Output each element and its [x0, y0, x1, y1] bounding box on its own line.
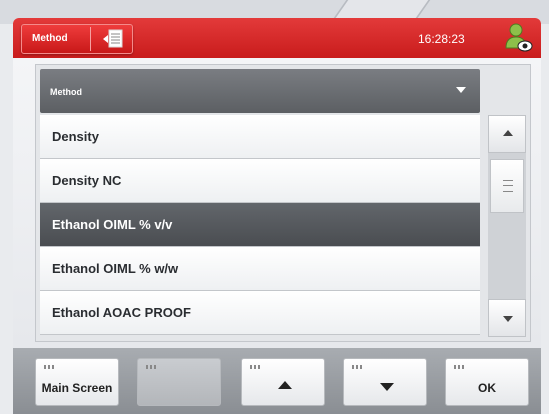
softkey-indicator: [146, 365, 156, 369]
user-eye-icon[interactable]: [503, 22, 533, 54]
list-item-ethanol-aoac-proof[interactable]: Ethanol AOAC PROOF: [40, 291, 480, 335]
arrow-up-icon: [278, 381, 292, 389]
softkey-bar: Main Screen OK: [13, 348, 541, 414]
blank-softkey[interactable]: [137, 358, 221, 406]
scroll-down-button[interactable]: [488, 299, 526, 337]
scroll-up-button[interactable]: [488, 115, 526, 153]
chevron-down-icon: [456, 87, 466, 93]
method-list: Density Density NC Ethanol OIML % v/v Et…: [40, 115, 480, 337]
grip-icon: [503, 180, 513, 192]
main-content: Method Density Density NC Ethanol OIML %…: [13, 58, 541, 348]
bezel-notch: [333, 0, 431, 18]
ok-label: OK: [478, 381, 496, 395]
top-bar: Method 16:28:23: [13, 18, 541, 58]
arrow-down-icon: [380, 383, 394, 391]
list-item-ethanol-oiml-ww[interactable]: Ethanol OIML % w/w: [40, 247, 480, 291]
clock-display: 16:28:23: [418, 32, 465, 46]
method-dropdown-label: Method: [50, 87, 82, 97]
list-item-density[interactable]: Density: [40, 115, 480, 159]
scroll-thumb[interactable]: [490, 159, 524, 213]
method-menu-label: Method: [32, 33, 68, 44]
method-menu-button[interactable]: Method: [21, 24, 133, 54]
move-down-button[interactable]: [343, 358, 427, 406]
main-screen-label: Main Screen: [41, 381, 113, 395]
softkey-indicator: [250, 365, 260, 369]
document-list-icon: [102, 28, 126, 50]
method-list-panel: Method Density Density NC Ethanol OIML %…: [35, 64, 531, 342]
list-item-ethanol-oiml-vv[interactable]: Ethanol OIML % v/v: [40, 203, 480, 247]
method-separator: [90, 27, 91, 51]
list-item-density-nc[interactable]: Density NC: [40, 159, 480, 203]
softkey-indicator: [352, 365, 362, 369]
move-up-button[interactable]: [241, 358, 325, 406]
method-dropdown-header[interactable]: Method: [40, 69, 480, 113]
arrow-up-icon: [503, 130, 513, 136]
list-scrollbar[interactable]: [488, 115, 526, 337]
ok-button[interactable]: OK: [445, 358, 529, 406]
arrow-down-icon: [503, 316, 513, 322]
device-screen: Method 16:28:23 Method Density Density N…: [13, 18, 541, 414]
main-screen-button[interactable]: Main Screen: [35, 358, 119, 406]
softkey-indicator: [454, 365, 464, 369]
softkey-indicator: [44, 365, 54, 369]
